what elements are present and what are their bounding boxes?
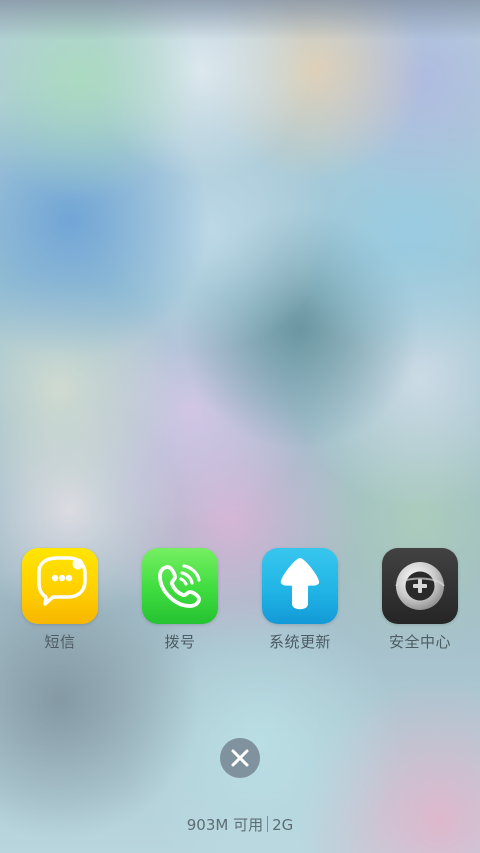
app-label: 安全中心 — [388, 633, 451, 651]
recent-apps-screen: 短信 拨号 系统更新 安全中心 903M 可用 2G — [0, 0, 480, 853]
blurred-wallpaper — [0, 0, 480, 853]
close-icon — [231, 749, 249, 767]
network-type: 2G — [272, 816, 294, 834]
phone-call-icon — [142, 548, 218, 624]
app-system-update[interactable]: 系统更新 — [250, 548, 350, 651]
memory-status: 903M 可用 2G — [0, 815, 480, 835]
close-recent-apps-button[interactable] — [220, 738, 260, 778]
app-phone[interactable]: 拨号 — [130, 548, 230, 651]
status-area-shade — [0, 0, 480, 40]
status-divider — [267, 816, 269, 832]
available-memory: 903M 可用 — [186, 816, 264, 834]
app-label: 拨号 — [164, 633, 196, 651]
app-label: 系统更新 — [268, 633, 331, 651]
app-label: 短信 — [44, 633, 76, 651]
shield-ring-icon — [382, 548, 458, 624]
message-bubble-icon — [22, 548, 98, 624]
app-sms[interactable]: 短信 — [10, 548, 110, 651]
upload-arrow-icon — [262, 548, 338, 624]
recent-apps-dock: 短信 拨号 系统更新 安全中心 — [0, 548, 480, 658]
app-security-center[interactable]: 安全中心 — [370, 548, 470, 651]
